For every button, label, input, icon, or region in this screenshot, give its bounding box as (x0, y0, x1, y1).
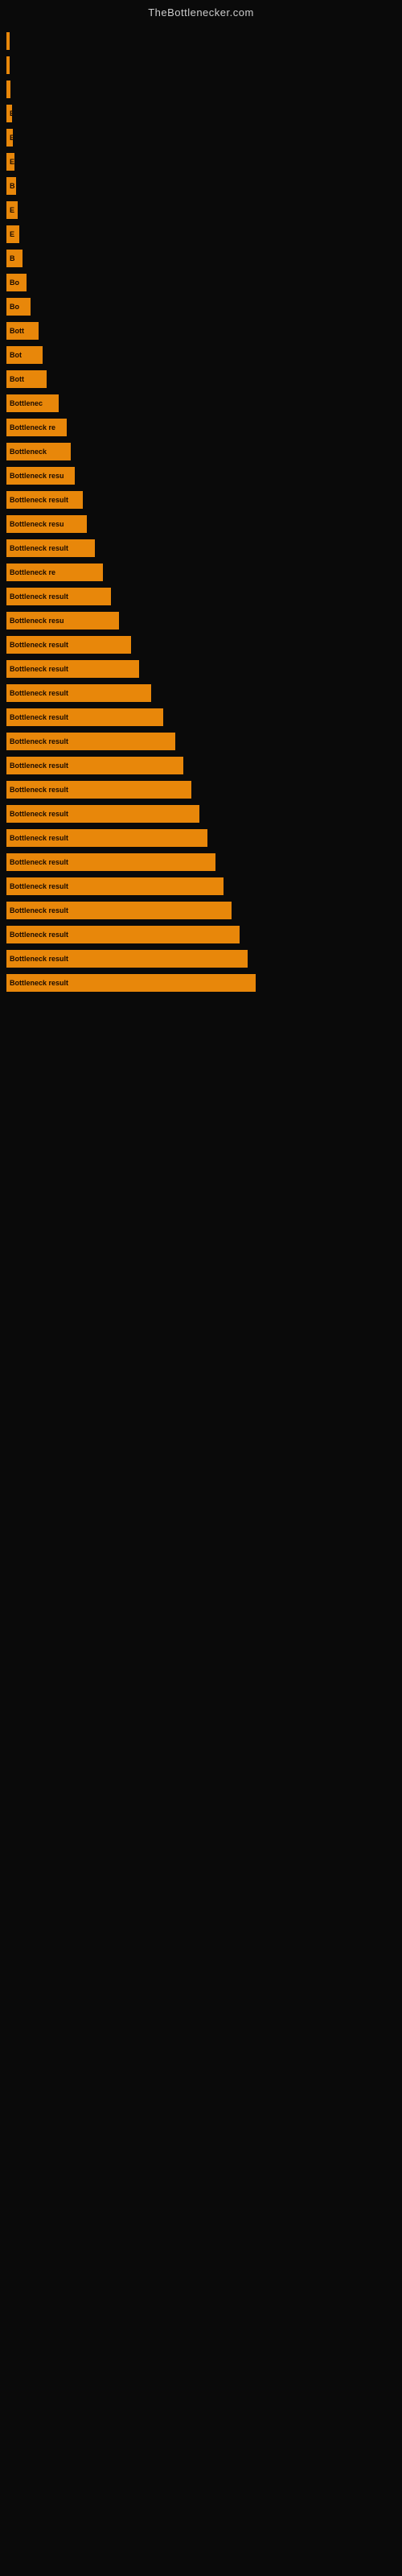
bar-item: Bottleneck (6, 443, 71, 460)
bar-row: Bottleneck re (6, 561, 402, 584)
bar-item: Bottleneck resu (6, 467, 75, 485)
bar-row: Bottleneck result (6, 682, 402, 704)
bar-row: Bot (6, 344, 402, 366)
bar-item: Bottleneck result (6, 781, 191, 799)
bar-row: Bottleneck result (6, 899, 402, 922)
bar-row: E (6, 223, 402, 246)
bar-item: Bo (6, 274, 27, 291)
bar-row: Bott (6, 320, 402, 342)
bar-row: B (6, 247, 402, 270)
bar-row: Bottleneck result (6, 537, 402, 559)
bar-item: Bot (6, 346, 43, 364)
bar-item: Bottleneck result (6, 757, 183, 774)
bar-item: Bottleneck resu (6, 612, 119, 630)
bar-row: E (6, 151, 402, 173)
bar-row: Bottlenec (6, 392, 402, 415)
bar-row (6, 30, 402, 52)
bar-item: Bottleneck result (6, 636, 131, 654)
bar-item: Bottleneck result (6, 684, 151, 702)
bar-item: Bottleneck result (6, 877, 224, 895)
bar-row: E (6, 102, 402, 125)
bar-row: Bottleneck result (6, 730, 402, 753)
bar-row (6, 78, 402, 101)
bar-row: Bottleneck result (6, 489, 402, 511)
bar-item: B (6, 250, 23, 267)
bar-item (6, 32, 10, 50)
bar-item: Bottleneck resu (6, 515, 87, 533)
bar-item (6, 80, 10, 98)
bar-item: Bottleneck result (6, 805, 199, 823)
bar-item: Bottleneck result (6, 539, 95, 557)
bar-item: Bottlenec (6, 394, 59, 412)
bar-row: Bottleneck result (6, 947, 402, 970)
bar-row (6, 54, 402, 76)
bar-item: E (6, 201, 18, 219)
bar-item: E (6, 225, 19, 243)
bar-item: Bottleneck result (6, 902, 232, 919)
bar-item: Bottleneck result (6, 733, 175, 750)
bar-item: Bottleneck result (6, 708, 163, 726)
bar-row: Bottleneck result (6, 778, 402, 801)
bar-row: Bottleneck result (6, 972, 402, 994)
bar-item: Bottleneck re (6, 564, 103, 581)
bar-item: E (6, 105, 12, 122)
bar-item: B (6, 177, 16, 195)
bar-row: Bottleneck resu (6, 513, 402, 535)
bar-row: Bo (6, 295, 402, 318)
bar-row: Bottleneck resu (6, 464, 402, 487)
bar-item: Bottleneck result (6, 974, 256, 992)
bar-row: Bottleneck result (6, 754, 402, 777)
bar-item: Bottleneck result (6, 950, 248, 968)
bar-row: Bottleneck result (6, 875, 402, 898)
bar-item: E (6, 153, 14, 171)
bar-row: Bottleneck re (6, 416, 402, 439)
bar-row: Bottleneck result (6, 803, 402, 825)
bars-container: EEEBEEBBoBoBottBotBottBottlenecBottlenec… (0, 22, 402, 1004)
bar-row: Bottleneck result (6, 851, 402, 873)
bar-item: Bottleneck result (6, 491, 83, 509)
bar-item: E (6, 129, 13, 147)
bar-item: Bott (6, 322, 39, 340)
bar-item (6, 56, 10, 74)
bar-item: Bottleneck re (6, 419, 67, 436)
bar-row: Bottleneck result (6, 827, 402, 849)
bar-item: Bottleneck result (6, 660, 139, 678)
bar-item: Bott (6, 370, 47, 388)
bar-item: Bottleneck result (6, 926, 240, 943)
bar-row: B (6, 175, 402, 197)
bar-row: Bottleneck (6, 440, 402, 463)
bar-row: Bottleneck result (6, 658, 402, 680)
bar-row: Bottleneck result (6, 706, 402, 729)
bar-item: Bottleneck result (6, 853, 215, 871)
bar-row: Bottleneck result (6, 923, 402, 946)
site-title: TheBottlenecker.com (0, 0, 402, 22)
bar-row: Bott (6, 368, 402, 390)
bar-row: Bottleneck result (6, 634, 402, 656)
bar-row: E (6, 126, 402, 149)
bar-row: Bottleneck resu (6, 609, 402, 632)
bar-item: Bottleneck result (6, 588, 111, 605)
bar-item: Bo (6, 298, 31, 316)
bar-row: E (6, 199, 402, 221)
bar-row: Bottleneck result (6, 585, 402, 608)
bar-item: Bottleneck result (6, 829, 207, 847)
bar-row: Bo (6, 271, 402, 294)
